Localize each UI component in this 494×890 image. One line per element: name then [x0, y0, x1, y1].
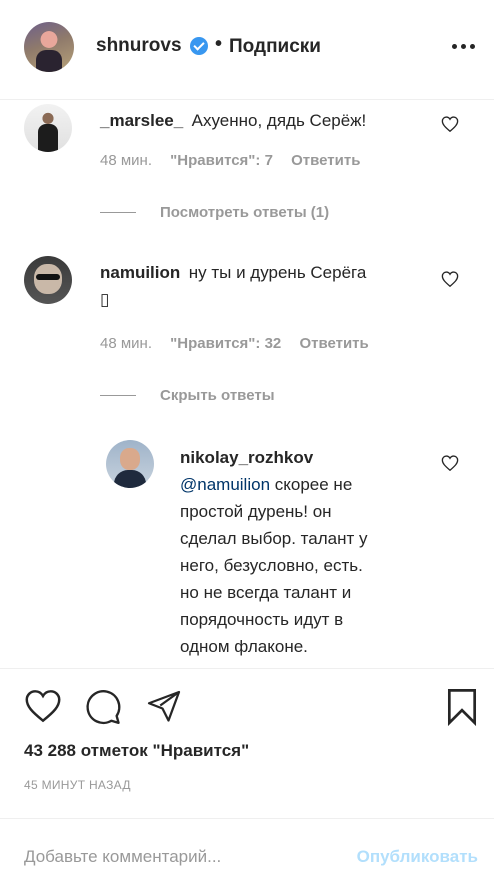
commenter-username[interactable]: _marslee_: [100, 111, 183, 130]
comment-time: 48 мин.: [100, 335, 152, 352]
heart-icon[interactable]: [24, 689, 62, 723]
more-icon[interactable]: [452, 44, 476, 50]
comment-text-emoji: ▯: [100, 290, 110, 309]
verified-icon: [190, 37, 208, 55]
post-header: shnurovs • Подписки: [0, 0, 494, 100]
commenter-username[interactable]: namuilion: [100, 263, 180, 282]
commenter-avatar[interactable]: [24, 256, 72, 304]
comment-text: Ахуенно, дядь Серёж!: [191, 111, 367, 130]
thread-divider: [100, 395, 136, 396]
reply-button[interactable]: Ответить: [291, 152, 360, 169]
following-button[interactable]: Подписки: [229, 36, 321, 58]
comment-item: _marslee_ Ахуенно, дядь Серёж! 48 мин. "…: [0, 100, 494, 250]
reply-text-line: порядочность идут в: [180, 610, 344, 629]
comment-text: ну ты и дурень Серёга: [188, 263, 367, 282]
hide-replies-button[interactable]: Скрыть ответы: [160, 387, 275, 404]
bookmark-icon[interactable]: [446, 688, 478, 726]
post-likes-count[interactable]: 43 288 отметок "Нравится": [24, 741, 249, 761]
comment-input[interactable]: [24, 845, 324, 869]
comment-likes[interactable]: "Нравится": 7: [170, 152, 273, 169]
post-timestamp: 45 МИНУТ НАЗАД: [24, 778, 131, 792]
replier-avatar[interactable]: [106, 440, 154, 488]
publish-button[interactable]: Опубликовать: [357, 847, 478, 867]
replier-username[interactable]: nikolay_rozhkov: [180, 448, 313, 467]
reply-text-line: сделал выбор. талант у: [180, 529, 368, 548]
reply-text-line: одном флаконе.: [180, 637, 308, 656]
reply-button[interactable]: Ответить: [299, 335, 368, 352]
comment-time: 48 мин.: [100, 152, 152, 169]
author-username[interactable]: shnurovs: [96, 35, 182, 57]
reply-item: nikolay_rozhkov @namuilion скорее не про…: [0, 436, 494, 668]
thread-divider: [100, 212, 136, 213]
header-separator: •: [215, 33, 223, 55]
share-icon[interactable]: [145, 689, 183, 725]
add-comment-bar: Опубликовать: [0, 818, 494, 890]
reply-text-line: него, безусловно, есть.: [180, 556, 363, 575]
reply-text-line: но не всегда талант и: [180, 583, 352, 602]
comment-likes[interactable]: "Нравится": 32: [170, 335, 281, 352]
comment-like-icon[interactable]: [441, 271, 459, 287]
reply-mention[interactable]: @namuilion: [180, 475, 270, 494]
commenter-avatar[interactable]: [24, 104, 72, 152]
comment-like-icon[interactable]: [441, 116, 459, 132]
view-replies-button[interactable]: Посмотреть ответы (1): [160, 204, 329, 221]
comment-item: namuilion ну ты и дурень Серёга ▯ 48 мин…: [0, 254, 494, 414]
reply-text-line: скорее не: [270, 475, 353, 494]
reply-text-line: простой дурень! он: [180, 502, 332, 521]
comment-icon[interactable]: [84, 688, 122, 726]
comment-like-icon[interactable]: [441, 455, 459, 471]
author-avatar[interactable]: [24, 22, 74, 72]
